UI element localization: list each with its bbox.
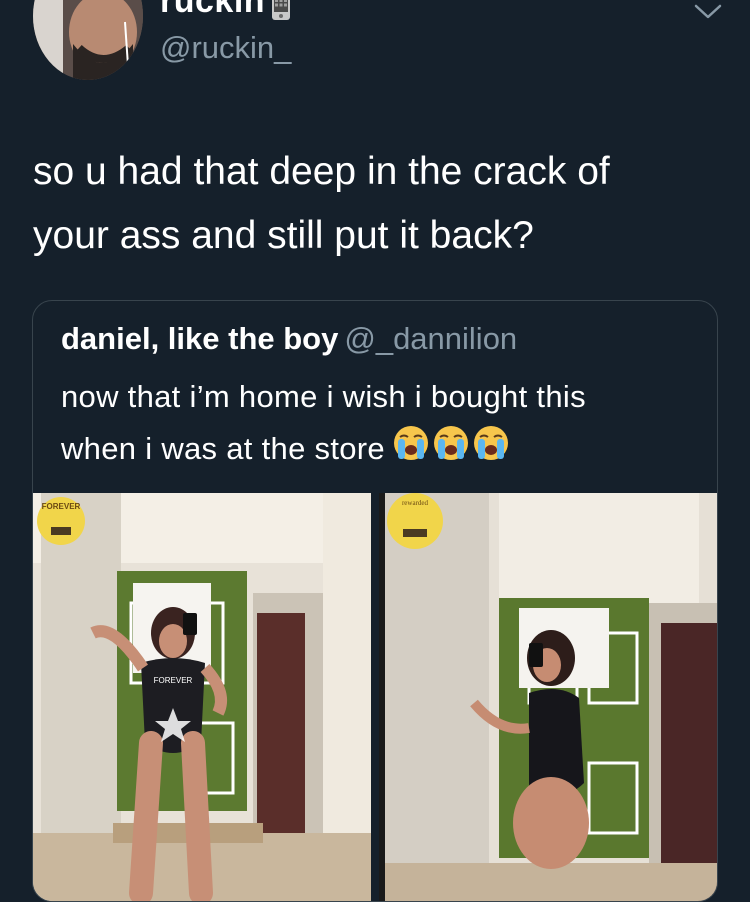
quoted-tweet-text: now that i’m home i wish i bought this w… <box>61 371 701 479</box>
chevron-down-icon[interactable] <box>694 4 722 20</box>
quoted-handle: @_dannilion <box>344 321 518 356</box>
quoted-tweet-card[interactable]: daniel, like the boy @_dannilion now that… <box>32 300 718 902</box>
left-sign-text: FOREVER <box>42 502 81 511</box>
quoted-text-line: when i was at the store <box>61 423 701 479</box>
right-sign-text: rewarded <box>402 499 429 507</box>
media-photo-left[interactable]: FOREVER FOREVER <box>33 493 371 901</box>
tweet-text: so u had that deep in the crack of your … <box>33 140 723 268</box>
fitting-room-photo: rewarded <box>379 493 717 901</box>
tweet-text-line: your ass and still put it back? <box>33 214 534 257</box>
media-grid[interactable]: FOREVER FOREVER rewarded <box>33 493 717 901</box>
tweet-header: ruckin @ruckin_ <box>0 0 750 90</box>
swimsuit-text: FOREVER <box>154 676 193 685</box>
quoted-display-name: daniel, like the boy <box>61 321 339 356</box>
quoted-tweet-header: daniel, like the boy @_dannilion <box>61 321 517 357</box>
display-name[interactable]: ruckin <box>160 0 265 21</box>
handle[interactable]: @ruckin_ <box>160 30 291 66</box>
media-photo-right[interactable]: rewarded <box>379 493 717 901</box>
phone-emoji-icon <box>272 0 290 20</box>
avatar[interactable] <box>33 0 143 80</box>
tweet-text-line: so u had that deep in the crack of <box>33 150 610 193</box>
fitting-room-photo: FOREVER FOREVER <box>33 493 371 901</box>
emoji-group <box>391 423 511 479</box>
quoted-text-line: now that i’m home i wish i bought this <box>61 379 586 414</box>
avatar-photo <box>33 0 143 80</box>
loudly-crying-face-icon <box>393 425 509 461</box>
quoted-text-span: when i was at the store <box>61 431 385 467</box>
